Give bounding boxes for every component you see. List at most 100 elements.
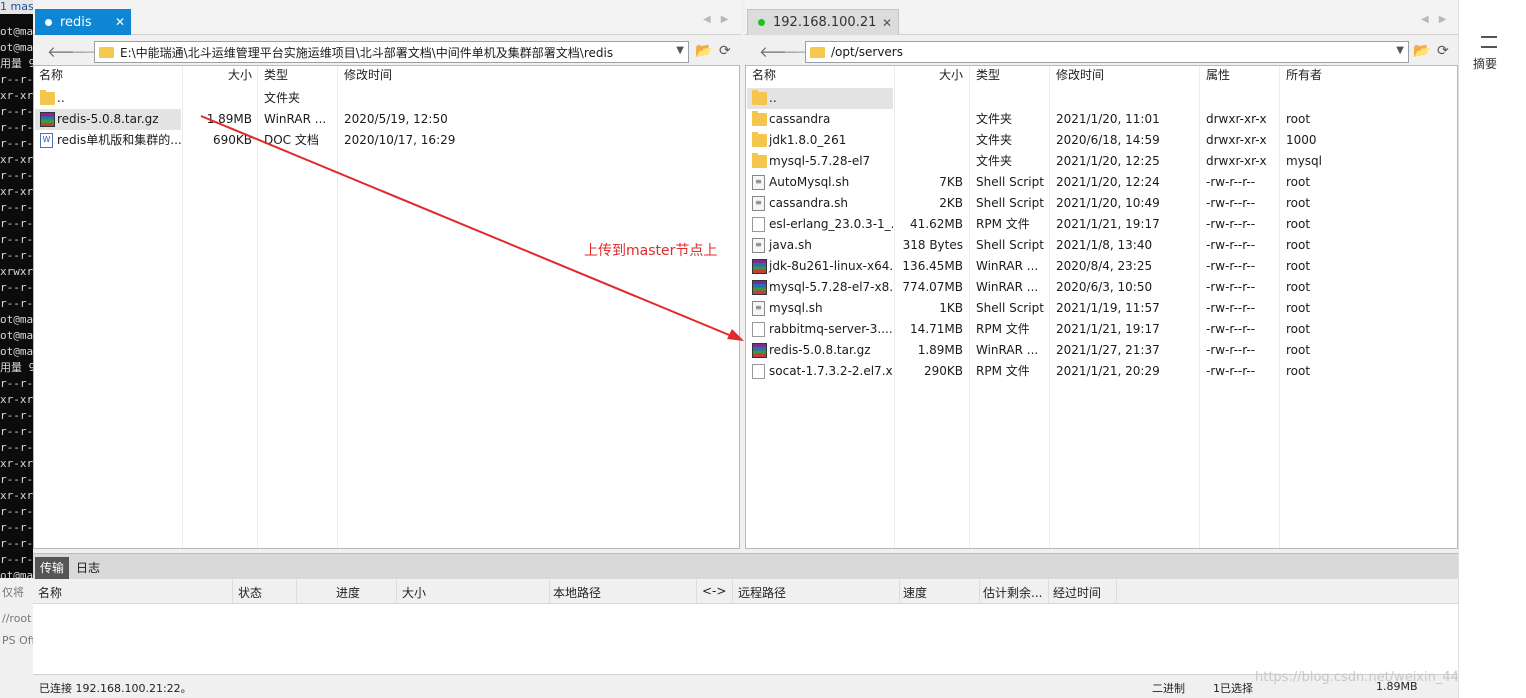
column-header-type[interactable]: 类型 bbox=[264, 66, 288, 87]
column-header-type[interactable]: 类型 bbox=[976, 66, 1000, 87]
transfer-mode[interactable]: 二进制 bbox=[1152, 680, 1185, 696]
column-header-attr[interactable]: 属性 bbox=[1206, 66, 1230, 87]
open-folder-icon[interactable]: 📂 bbox=[695, 43, 712, 59]
summary-icon[interactable] bbox=[1481, 36, 1497, 48]
file-name-cell[interactable]: jdk1.8.0_261 bbox=[747, 130, 893, 151]
file-row[interactable]: ≡ mysql.sh 1KB Shell Script 2021/1/19, 11:57… bbox=[746, 298, 1457, 319]
file-row[interactable]: mysql-5.7.28-el7 文件夹 2021/1/20, 12:25 drwxr… bbox=[746, 151, 1457, 172]
chevron-down-icon[interactable]: ▼ bbox=[1396, 45, 1404, 56]
column-header-size[interactable]: 大小 bbox=[896, 66, 963, 87]
column-header-owner[interactable]: 所有者 bbox=[1286, 66, 1322, 87]
transfer-column-header[interactable]: 大小 bbox=[402, 584, 426, 601]
file-name-cell[interactable]: jdk-8u261-linux-x64... bbox=[747, 256, 893, 277]
file-name-cell[interactable]: ≡ java.sh bbox=[747, 235, 893, 256]
file-row[interactable]: .. 文件夹 bbox=[34, 88, 739, 109]
file-name-cell[interactable]: Wredis单机版和集群的... bbox=[35, 130, 181, 151]
terminal-tab-label[interactable]: 1 mas bbox=[0, 0, 33, 14]
file-name-cell[interactable]: mysql-5.7.28-el7 bbox=[747, 151, 893, 172]
tab-log[interactable]: 日志 bbox=[71, 557, 105, 579]
file-name: redis单机版和集群的... bbox=[57, 133, 181, 147]
file-row[interactable]: socat-1.7.3.2-2.el7.x... 290KB RPM 文件 2021/… bbox=[746, 361, 1457, 382]
file-name: cassandra bbox=[769, 112, 831, 126]
transfer-column-header[interactable]: 经过时间 bbox=[1053, 584, 1101, 601]
file-name-cell[interactable]: .. bbox=[35, 88, 181, 109]
file-type: RPM 文件 bbox=[976, 364, 1030, 378]
file-size: 7KB bbox=[939, 175, 963, 189]
script-file-icon: ≡ bbox=[752, 196, 765, 211]
tab-scroll-arrows[interactable]: ◀▶ bbox=[1421, 14, 1456, 25]
file-name-cell[interactable]: ≡ cassandra.sh bbox=[747, 193, 893, 214]
terminal-line: xrwxr bbox=[0, 265, 33, 278]
file-owner: root bbox=[1286, 217, 1311, 231]
transfer-column-header[interactable]: 进度 bbox=[336, 584, 360, 601]
tab-status-dot bbox=[45, 18, 52, 26]
file-mtime: 2020/10/17, 16:29 bbox=[344, 133, 456, 147]
file-row[interactable]: redis-5.0.8.tar.gz 1.89MB WinRAR ... 2021/1… bbox=[746, 340, 1457, 361]
transfer-column-header[interactable]: 名称 bbox=[38, 584, 62, 601]
file-mtime: 2020/6/3, 10:50 bbox=[1056, 280, 1153, 294]
file-name-cell[interactable]: redis-5.0.8.tar.gz bbox=[35, 109, 181, 130]
file-name-cell[interactable]: ≡ AutoMysql.sh bbox=[747, 172, 893, 193]
file-name-cell[interactable]: redis-5.0.8.tar.gz bbox=[747, 340, 893, 361]
remote-path-input[interactable]: /opt/servers ▼ bbox=[805, 41, 1409, 63]
file-attr: -rw-r--r-- bbox=[1206, 217, 1256, 231]
file-row[interactable]: mysql-5.7.28-el7-x8... 774.07MB WinRAR ...… bbox=[746, 277, 1457, 298]
open-folder-icon[interactable]: 📂 bbox=[1413, 43, 1430, 59]
file-row[interactable]: jdk1.8.0_261 文件夹 2020/6/18, 14:59 drwxr-xr-… bbox=[746, 130, 1457, 151]
file-row[interactable]: jdk-8u261-linux-x64... 136.45MB WinRAR ...… bbox=[746, 256, 1457, 277]
file-row[interactable]: ≡ AutoMysql.sh 7KB Shell Script 2021/1/20, 1… bbox=[746, 172, 1457, 193]
column-header-mtime[interactable]: 修改时间 bbox=[1056, 66, 1104, 87]
file-row[interactable]: redis-5.0.8.tar.gz 1.89MB WinRAR ... 2020/5… bbox=[34, 109, 739, 130]
tab-transfer[interactable]: 传输 bbox=[35, 557, 70, 579]
file-row[interactable]: .. bbox=[746, 88, 1457, 109]
file-name-cell[interactable]: ≡ mysql.sh bbox=[747, 298, 893, 319]
file-name-cell[interactable]: mysql-5.7.28-el7-x8... bbox=[747, 277, 893, 298]
file-row[interactable]: ≡ java.sh 318 Bytes Shell Script 2021/1/8, 1… bbox=[746, 235, 1457, 256]
column-divider bbox=[232, 580, 233, 603]
transfer-column-header[interactable]: 本地路径 bbox=[553, 584, 601, 601]
transfer-column-header[interactable]: 远程路径 bbox=[738, 584, 786, 601]
terminal-line: xr-xr bbox=[0, 393, 33, 406]
archive-icon bbox=[752, 259, 767, 274]
file-row[interactable]: Wredis单机版和集群的... 690KB DOC 文档 2020/10/17, 1… bbox=[34, 130, 739, 151]
column-header-name[interactable]: 名称 bbox=[752, 66, 776, 87]
tab-remote-server[interactable]: 192.168.100.21 ✕ bbox=[747, 9, 899, 35]
file-name-cell[interactable]: rabbitmq-server-3.... bbox=[747, 319, 893, 340]
terminal-line: r--r- bbox=[0, 473, 33, 486]
column-header-mtime[interactable]: 修改时间 bbox=[344, 66, 392, 87]
summary-label[interactable]: 摘要 bbox=[1473, 55, 1497, 72]
file-owner: root bbox=[1286, 322, 1311, 336]
tab-scroll-arrows[interactable]: ◀▶ bbox=[703, 14, 738, 25]
terminal-line: r--r- bbox=[0, 521, 33, 534]
close-icon[interactable]: ✕ bbox=[882, 16, 892, 30]
chevron-down-icon[interactable]: ▼ bbox=[676, 45, 684, 56]
tab-label: 192.168.100.21 bbox=[773, 15, 877, 30]
file-row[interactable]: ≡ cassandra.sh 2KB Shell Script 2021/1/20, 1… bbox=[746, 193, 1457, 214]
file-row[interactable]: rabbitmq-server-3.... 14.71MB RPM 文件 2021/1… bbox=[746, 319, 1457, 340]
tab-status-dot bbox=[758, 19, 765, 26]
terminal-line: 用量 9 bbox=[0, 57, 33, 70]
transfer-column-header[interactable]: <-> bbox=[702, 584, 726, 598]
refresh-icon[interactable]: ⟳ bbox=[719, 43, 731, 59]
tab-local-redis[interactable]: redis ✕ bbox=[35, 9, 131, 35]
file-name-cell[interactable]: .. bbox=[747, 88, 893, 109]
file-row[interactable]: esl-erlang_23.0.3-1_... 41.62MB RPM 文件 2021… bbox=[746, 214, 1457, 235]
file-name-cell[interactable]: esl-erlang_23.0.3-1_... bbox=[747, 214, 893, 235]
column-header-name[interactable]: 名称 bbox=[39, 66, 63, 87]
column-divider bbox=[396, 580, 397, 603]
file-row[interactable]: cassandra 文件夹 2021/1/20, 11:01 drwxr-xr-x ro… bbox=[746, 109, 1457, 130]
file-attr: -rw-r--r-- bbox=[1206, 196, 1256, 210]
column-header-size[interactable]: 大小 bbox=[184, 66, 252, 87]
file-size: 14.71MB bbox=[910, 322, 963, 336]
refresh-icon[interactable]: ⟳ bbox=[1437, 43, 1449, 59]
side-panel: 摘要 bbox=[1458, 0, 1526, 698]
transfer-column-header[interactable]: 速度 bbox=[903, 584, 927, 601]
file-name-cell[interactable]: cassandra bbox=[747, 109, 893, 130]
local-path-input[interactable]: E:\中能瑞通\北斗运维管理平台实施运维项目\北斗部署文档\中间件单机及集群部署… bbox=[94, 41, 689, 63]
transfer-column-header[interactable]: 状态 bbox=[238, 584, 262, 601]
file-name-cell[interactable]: socat-1.7.3.2-2.el7.x... bbox=[747, 361, 893, 382]
transfer-column-header[interactable]: 估计剩余... bbox=[983, 584, 1042, 601]
file-attr: -rw-r--r-- bbox=[1206, 238, 1256, 252]
file-owner: root bbox=[1286, 112, 1311, 126]
close-icon[interactable]: ✕ bbox=[115, 15, 125, 29]
